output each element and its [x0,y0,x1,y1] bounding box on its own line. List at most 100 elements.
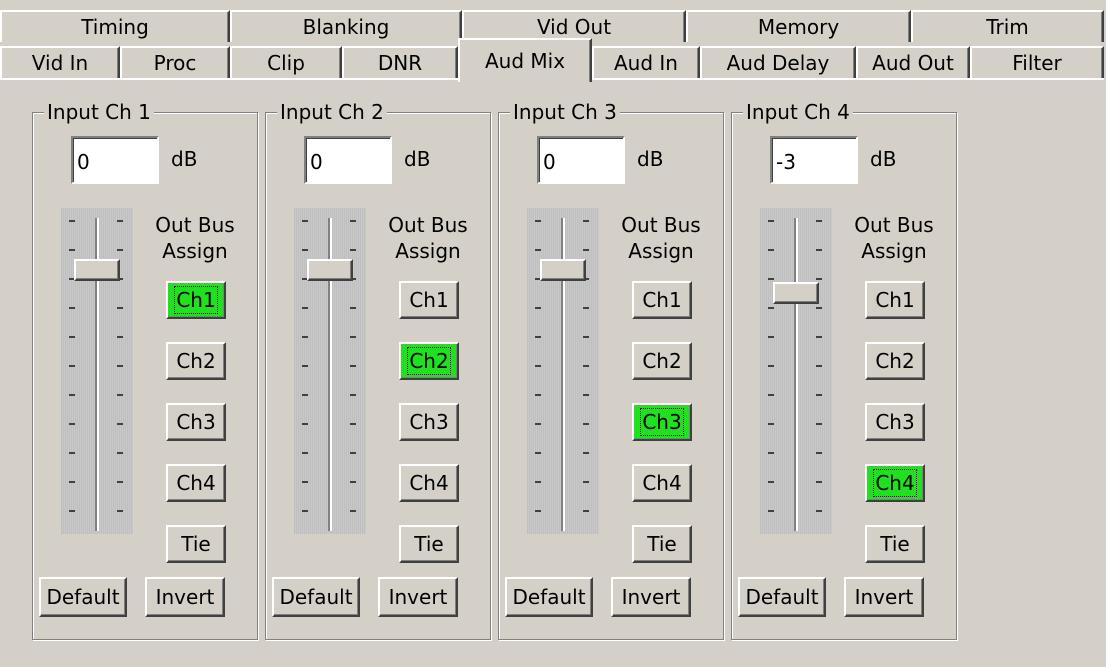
aud-mix-panel: Input Ch 1 dB Out BusAssign Ch1 Ch2 Ch3 Ch4 Tie… [0,80,1104,667]
input-ch-3-bus-ch4-button[interactable]: Ch4 [632,464,692,502]
tab-proc[interactable]: Proc [120,46,230,78]
input-ch-4-fader-thumb[interactable] [773,282,819,304]
input-ch-4-invert-button[interactable]: Invert [844,577,924,617]
input-ch-1-invert-button[interactable]: Invert [145,577,225,617]
input-ch-2-bus-ch1-button[interactable]: Ch1 [399,281,459,319]
input-ch-1-fader-thumb[interactable] [74,259,120,281]
input-ch-3-fader-thumb[interactable] [540,259,586,281]
input-ch-2-default-button[interactable]: Default [272,577,360,617]
fader-tick [535,481,541,483]
input-ch-2-bus-tie-button[interactable]: Tie [399,525,459,563]
fader-tick [302,365,308,367]
fader-tick [768,307,774,309]
tab-clip[interactable]: Clip [230,46,342,78]
bus-button-label: Ch4 [642,471,682,495]
db-unit-label: dB [637,147,664,171]
fader-tick [69,249,75,251]
tab-vid-in[interactable]: Vid In [0,46,120,78]
tab-dnr[interactable]: DNR [342,46,458,78]
tab-filter[interactable]: Filter [970,46,1104,78]
input-ch-1-gain-input[interactable] [71,136,159,184]
fader-tick [302,481,308,483]
tab-aud-mix[interactable]: Aud Mix [458,38,592,82]
input-ch-2-fader-thumb[interactable] [307,259,353,281]
input-ch-1-bus-ch3-button[interactable]: Ch3 [166,403,226,441]
fader-tick [816,481,822,483]
tab-aud-delay[interactable]: Aud Delay [700,46,856,78]
input-ch-1-default-button[interactable]: Default [39,577,127,617]
tab-timing[interactable]: Timing [0,10,230,42]
input-ch-2-bus-ch4-button[interactable]: Ch4 [399,464,459,502]
tab-blanking[interactable]: Blanking [230,10,462,42]
input-ch-4-bus-ch2-button[interactable]: Ch2 [865,342,925,380]
tab-aud-in[interactable]: Aud In [592,46,700,78]
input-ch-3-bus-ch3-button[interactable]: Ch3 [632,403,692,441]
fader-tick [816,365,822,367]
fader-tick [302,423,308,425]
bus-button-label: Tie [181,532,211,556]
bus-button-label: Ch2 [407,347,451,375]
fader-tick [768,249,774,251]
input-ch-2-group: Input Ch 2 dB Out BusAssign Ch1 Ch2 Ch3 Ch4 Tie… [265,99,491,640]
input-ch-3-invert-button[interactable]: Invert [611,577,691,617]
fader-tick [350,452,356,454]
fader-tick [816,220,822,222]
input-ch-1-group: Input Ch 1 dB Out BusAssign Ch1 Ch2 Ch3 Ch4 Tie… [32,99,258,640]
fader-tick [535,510,541,512]
input-ch-1-bus-ch4-button[interactable]: Ch4 [166,464,226,502]
input-ch-3-bus-ch2-button[interactable]: Ch2 [632,342,692,380]
input-ch-4-bus-tie-button[interactable]: Tie [865,525,925,563]
input-ch-3-bus-tie-button[interactable]: Tie [632,525,692,563]
fader-tick [117,423,123,425]
input-ch-1-bus-ch1-button[interactable]: Ch1 [166,281,226,319]
fader-tick [816,510,822,512]
fader-tick [117,394,123,396]
input-ch-4-bus-ch1-button[interactable]: Ch1 [865,281,925,319]
fader-tick [117,510,123,512]
input-ch-4-fader-rail [794,218,798,531]
fader-tick [768,452,774,454]
fader-tick [69,220,75,222]
input-ch-4-bus-ch3-button[interactable]: Ch3 [865,403,925,441]
fader-tick [350,481,356,483]
bus-button-label: Ch4 [176,471,216,495]
fader-tick [768,278,774,280]
input-ch-1-bus-ch2-button[interactable]: Ch2 [166,342,226,380]
fader-tick [816,452,822,454]
fader-tick [302,336,308,338]
fader-tick [69,336,75,338]
input-ch-4-title: Input Ch 4 [743,99,853,125]
input-ch-2-bus-ch2-button[interactable]: Ch2 [399,342,459,380]
input-ch-1-bus-tie-button[interactable]: Tie [166,525,226,563]
input-ch-3-gain-input[interactable] [537,136,625,184]
input-ch-2-bus-ch3-button[interactable]: Ch3 [399,403,459,441]
out-bus-assign-label: Out Bus Assign [145,212,245,264]
input-ch-4-bus-ch4-button[interactable]: Ch4 [865,464,925,502]
fader-tick [302,307,308,309]
out-bus-label-line2: Assign [395,239,461,263]
fader-tick [816,336,822,338]
fader-tick [69,481,75,483]
fader-tick [350,307,356,309]
bus-button-label: Ch2 [176,349,216,373]
input-ch-2-invert-button[interactable]: Invert [378,577,458,617]
tab-aud-out[interactable]: Aud Out [856,46,970,78]
input-ch-4-default-button[interactable]: Default [738,577,826,617]
fader-tick [535,394,541,396]
fader-tick [535,452,541,454]
bus-button-label: Ch4 [409,471,449,495]
input-ch-3-bus-ch1-button[interactable]: Ch1 [632,281,692,319]
tab-trim[interactable]: Trim [911,10,1104,42]
input-ch-2-gain-input[interactable] [304,136,392,184]
input-ch-4-gain-input[interactable] [770,136,858,184]
input-ch-1-title: Input Ch 1 [44,99,154,125]
input-ch-3-group: Input Ch 3 dB Out BusAssign Ch1 Ch2 Ch3 Ch4 Tie… [498,99,724,640]
tab-memory[interactable]: Memory [686,10,911,42]
fader-tick [583,307,589,309]
input-ch-3-default-button[interactable]: Default [505,577,593,617]
fader-tick [350,394,356,396]
fader-tick [816,249,822,251]
fader-tick [535,336,541,338]
fader-tick [535,365,541,367]
fader-tick [350,336,356,338]
